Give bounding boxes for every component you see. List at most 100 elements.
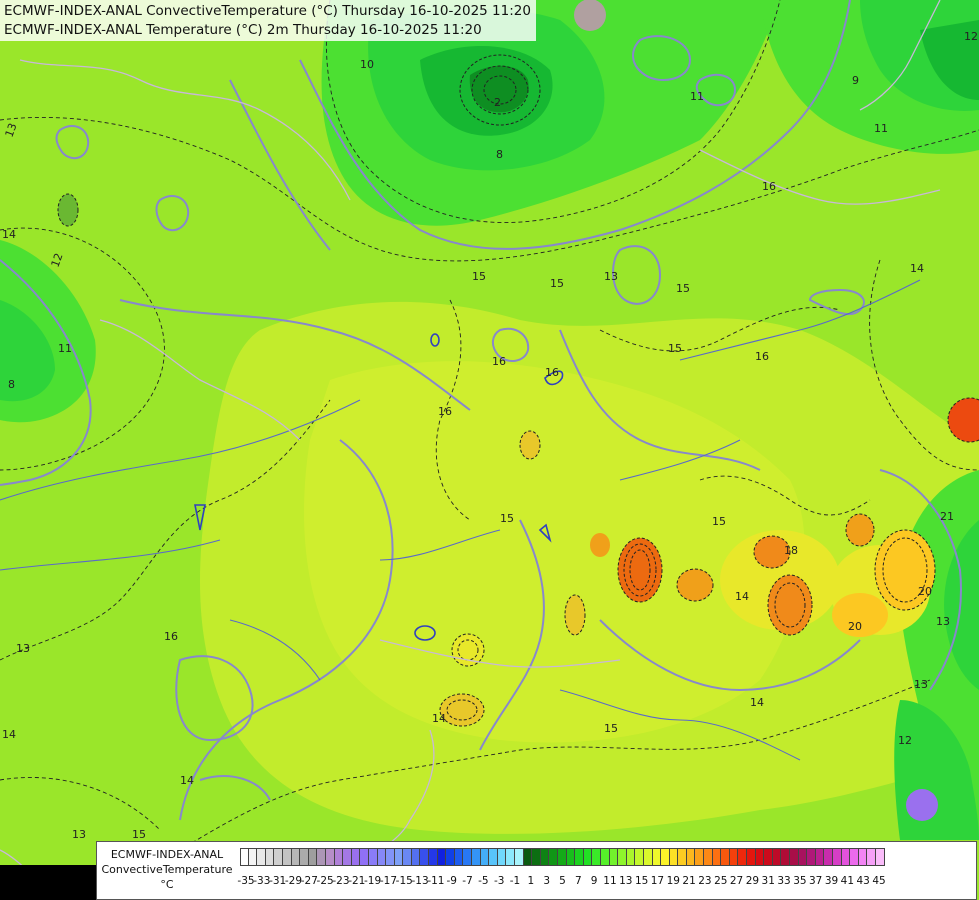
contour-label: 16 bbox=[762, 180, 776, 193]
legend-swatch bbox=[317, 848, 326, 866]
legend-tick-label: -33 bbox=[253, 875, 271, 887]
legend-swatch bbox=[807, 848, 816, 866]
legend-swatch bbox=[240, 848, 249, 866]
contour-label: 11 bbox=[874, 122, 888, 135]
legend-tick-label: 21 bbox=[682, 875, 696, 887]
weather-map: 13 14 12 8 11 10 8 2 9 11 11 14 15 13 15… bbox=[0, 0, 979, 900]
legend-swatch bbox=[557, 848, 567, 866]
legend-swatch bbox=[308, 848, 318, 866]
legend-swatch bbox=[360, 848, 369, 866]
sea-corner bbox=[0, 865, 100, 900]
legend-swatch bbox=[282, 848, 292, 866]
legend-swatch bbox=[291, 848, 301, 866]
contour-label: 13 bbox=[16, 642, 30, 655]
legend-swatch bbox=[300, 848, 309, 866]
legend-swatch bbox=[472, 848, 481, 866]
legend-tick-label: -29 bbox=[284, 875, 303, 887]
legend-tick-label: -1 bbox=[509, 875, 521, 887]
legend-swatch bbox=[394, 848, 404, 866]
legend-swatch bbox=[463, 848, 473, 866]
legend-tick-label: 41 bbox=[840, 875, 855, 887]
legend-tick-label: 1 bbox=[527, 875, 535, 887]
legend-swatch bbox=[515, 848, 524, 866]
legend-swatch bbox=[446, 848, 455, 866]
legend-swatch bbox=[729, 848, 739, 866]
legend-tick-label: 3 bbox=[543, 875, 551, 887]
color-legend: ECMWF-INDEX-ANAL ConvectiveTemperature °… bbox=[96, 841, 977, 900]
legend-swatch bbox=[798, 848, 808, 866]
legend-tick-label: 45 bbox=[872, 875, 886, 887]
legend-swatch bbox=[609, 848, 619, 866]
legend-tick-label: 33 bbox=[777, 875, 791, 887]
legend-swatch bbox=[420, 848, 430, 866]
legend-swatch bbox=[661, 848, 670, 866]
contour-label: 16 bbox=[755, 350, 769, 363]
legend-tick-label: -31 bbox=[269, 875, 287, 887]
contour-label: 20 bbox=[848, 620, 862, 633]
legend-tick-label: -19 bbox=[364, 875, 382, 887]
contour-label: 20 bbox=[918, 585, 932, 598]
legend-swatch bbox=[386, 848, 395, 866]
contour-label: 13 bbox=[604, 270, 618, 283]
legend-tick-label: 37 bbox=[809, 875, 823, 887]
legend-swatch bbox=[850, 848, 859, 866]
legend-swatch bbox=[600, 848, 610, 866]
contour-label: 15 bbox=[500, 512, 514, 525]
legend-tick-label: 13 bbox=[619, 875, 633, 887]
legend-swatch bbox=[652, 848, 662, 866]
legend-swatch bbox=[411, 848, 421, 866]
legend-swatch bbox=[248, 848, 258, 866]
contour-label: 12 bbox=[898, 734, 912, 747]
legend-ticks: -35 -33 -31 -29 -27 -25 -23 -21 -19 -17 -15 -13 -11-… bbox=[97, 875, 976, 889]
legend-swatch bbox=[583, 848, 593, 866]
contour-label: 21 bbox=[940, 510, 954, 523]
legend-swatch bbox=[575, 848, 584, 866]
legend-swatch bbox=[858, 848, 868, 866]
contour-label: 15 bbox=[676, 282, 690, 295]
legend-tick-label: 27 bbox=[729, 875, 744, 887]
contour-label: 14 bbox=[750, 696, 764, 709]
legend-swatch bbox=[377, 848, 387, 866]
legend-tick-label: -25 bbox=[316, 875, 334, 887]
legend-swatch bbox=[368, 848, 378, 866]
contour-label: 15 bbox=[550, 277, 564, 290]
contour-label: 14 bbox=[432, 712, 446, 725]
legend-tick-label: 11 bbox=[603, 875, 617, 887]
legend-tick-label: -13 bbox=[411, 875, 429, 887]
legend-tick-label: -35 bbox=[237, 875, 255, 887]
legend-tick-label: 5 bbox=[559, 875, 566, 887]
contour-label: 15 bbox=[472, 270, 486, 283]
contour-label: 15 bbox=[712, 515, 726, 528]
contour-label: 14 bbox=[2, 228, 16, 241]
legend-swatches bbox=[240, 848, 885, 866]
contour-label: 13 bbox=[936, 615, 950, 628]
legend-tick-label: 39 bbox=[824, 875, 839, 887]
legend-tick-label: 43 bbox=[856, 875, 870, 887]
legend-tick-label: 17 bbox=[650, 875, 665, 887]
legend-tick-label: -17 bbox=[379, 875, 397, 887]
legend-swatch bbox=[506, 848, 515, 866]
contour-label: 13 bbox=[914, 678, 928, 691]
legend-tick-label: 15 bbox=[634, 875, 649, 887]
legend-tick-label: 9 bbox=[590, 875, 598, 887]
legend-swatch bbox=[824, 848, 833, 866]
legend-swatch bbox=[532, 848, 541, 866]
legend-swatch bbox=[721, 848, 730, 866]
contour-label: 9 bbox=[852, 74, 859, 87]
legend-swatch bbox=[403, 848, 412, 866]
legend-swatch bbox=[867, 848, 876, 866]
contour-label: 14 bbox=[2, 728, 16, 741]
contour-label: 16 bbox=[438, 405, 452, 418]
legend-swatch bbox=[592, 848, 601, 866]
legend-swatch bbox=[712, 848, 722, 866]
legend-swatch bbox=[695, 848, 705, 866]
legend-swatch bbox=[875, 848, 885, 866]
legend-swatch bbox=[686, 848, 696, 866]
legend-swatch bbox=[265, 848, 275, 866]
contour-label: 14 bbox=[910, 262, 924, 275]
legend-swatch bbox=[489, 848, 498, 866]
legend-tick-label: 23 bbox=[698, 875, 712, 887]
legend-swatch bbox=[549, 848, 558, 866]
legend-tick-label: 29 bbox=[745, 875, 760, 887]
legend-swatch bbox=[351, 848, 361, 866]
